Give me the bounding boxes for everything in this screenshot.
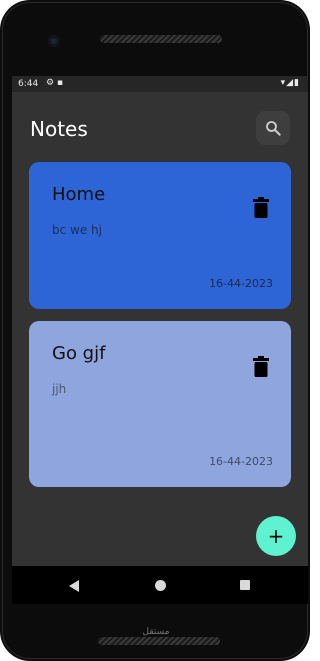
bottom-speaker [98, 637, 220, 645]
recent-apps-icon[interactable] [240, 580, 250, 590]
plus-icon: + [267, 524, 285, 548]
note-card[interactable]: Home bc we hj 16-44-2023 [29, 162, 291, 309]
page-title: Notes [30, 117, 88, 141]
top-speaker [100, 35, 222, 43]
front-camera [48, 35, 60, 47]
note-title: Home [52, 184, 106, 205]
note-date: 16-44-2023 [209, 277, 273, 290]
android-navigation-bar [12, 566, 308, 604]
note-body: bc we hj [52, 223, 102, 237]
status-system-icons: ▾◢▮ [280, 78, 300, 88]
status-notification-icons: ⚙ ▪ [46, 78, 64, 88]
add-note-button[interactable]: + [256, 516, 296, 556]
status-time: 6:44 [18, 79, 39, 89]
home-icon[interactable] [155, 580, 166, 591]
note-body: jjh [52, 382, 67, 396]
status-bar: 6:44 ⚙ ▪ ▾◢▮ [12, 76, 308, 92]
phone-frame: 6:44 ⚙ ▪ ▾◢▮ Notes Home bc we hj 16-44-2… [0, 0, 310, 661]
app-screen: 6:44 ⚙ ▪ ▾◢▮ Notes Home bc we hj 16-44-2… [12, 76, 308, 566]
search-icon [266, 121, 281, 136]
trash-icon[interactable] [251, 197, 271, 219]
search-button[interactable] [256, 111, 290, 145]
watermark: مستقل [142, 627, 170, 637]
note-card[interactable]: Go gjf jjh 16-44-2023 [29, 321, 291, 487]
note-date: 16-44-2023 [209, 455, 273, 468]
note-title: Go gjf [52, 343, 106, 364]
back-icon[interactable] [69, 580, 81, 592]
trash-icon[interactable] [251, 356, 271, 378]
